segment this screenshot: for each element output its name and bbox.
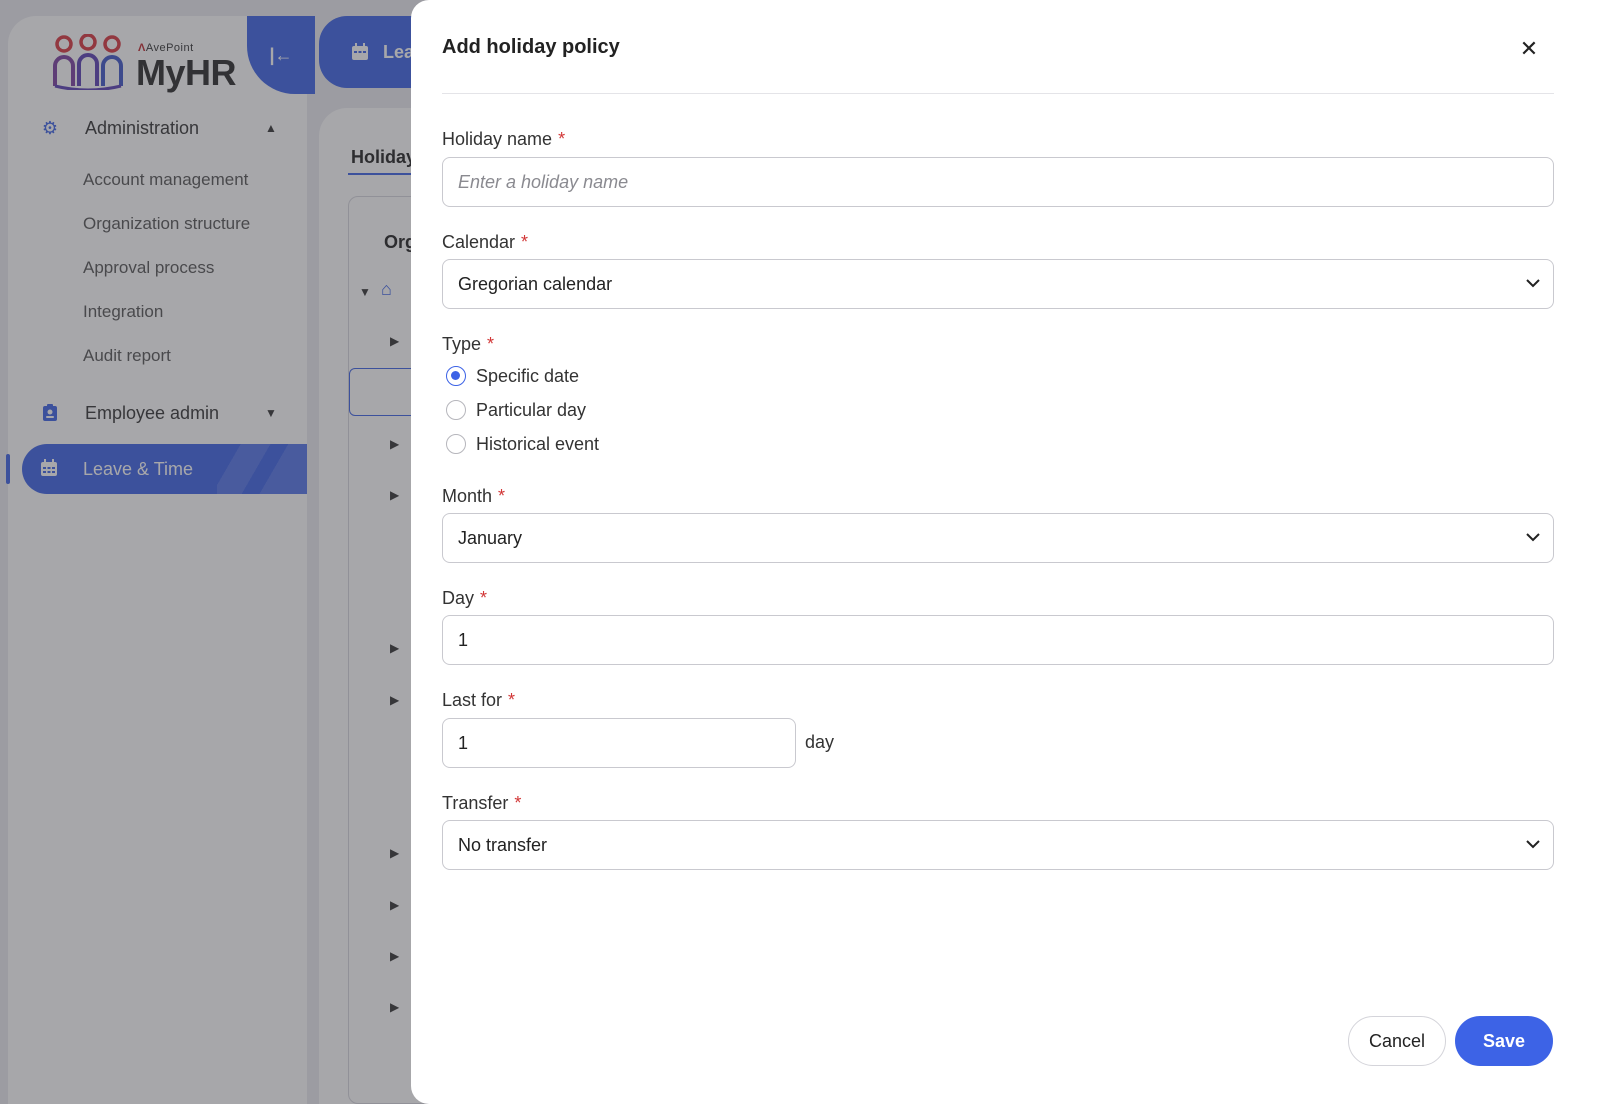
transfer-select-value: No transfer (458, 834, 548, 855)
required-marker: * (508, 690, 516, 710)
drawer-title: Add holiday policy (442, 36, 620, 58)
required-marker: * (521, 232, 529, 252)
required-marker: * (514, 793, 522, 813)
required-marker: * (558, 129, 566, 149)
holiday-name-label-text: Holiday name (442, 129, 553, 149)
transfer-label-text: Transfer (442, 793, 509, 813)
required-marker: * (487, 334, 495, 354)
holiday-name-input[interactable] (442, 157, 1554, 207)
transfer-select[interactable]: No transfer (442, 820, 1554, 870)
chevron-down-icon (1526, 840, 1540, 849)
last-for-label-text: Last for (442, 690, 503, 710)
type-option-specific-date[interactable]: Specific date (446, 362, 579, 390)
radio-button-checked[interactable] (446, 366, 466, 386)
type-label: Type * (442, 334, 494, 355)
radio-label: Specific date (476, 365, 580, 386)
cancel-button[interactable]: Cancel (1348, 1016, 1446, 1066)
close-icon: ✕ (1519, 36, 1539, 61)
close-button[interactable]: ✕ (1511, 34, 1547, 64)
add-holiday-policy-drawer: Add holiday policy ✕ Holiday name* Calen… (411, 0, 1607, 1104)
day-input[interactable] (442, 615, 1554, 665)
type-option-historical-event[interactable]: Historical event (446, 430, 599, 458)
month-select-value: January (458, 527, 523, 548)
type-label-text: Type (442, 334, 482, 354)
holiday-name-label: Holiday name * (442, 129, 565, 150)
month-label-text: Month (442, 486, 493, 506)
divider (442, 93, 1554, 94)
calendar-label: Calendar * (442, 232, 528, 253)
month-label: Month * (442, 486, 505, 507)
required-marker: * (498, 486, 506, 506)
chevron-down-icon (1526, 533, 1540, 542)
last-for-input[interactable] (442, 718, 796, 768)
month-select[interactable]: January (442, 513, 1554, 563)
last-for-label: Last for * (442, 690, 515, 711)
day-label-text: Day (442, 588, 475, 608)
day-label: Day * (442, 588, 487, 609)
radio-label: Historical event (476, 433, 600, 454)
transfer-label: Transfer * (442, 793, 521, 814)
last-for-unit: day (805, 732, 835, 752)
required-marker: * (480, 588, 488, 608)
chevron-down-icon (1526, 279, 1540, 288)
calendar-select-value: Gregorian calendar (458, 273, 613, 294)
save-button[interactable]: Save (1455, 1016, 1553, 1066)
calendar-label-text: Calendar (442, 232, 516, 252)
radio-label: Particular day (476, 399, 587, 420)
type-option-particular-day[interactable]: Particular day (446, 396, 586, 424)
calendar-select[interactable]: Gregorian calendar (442, 259, 1554, 309)
radio-button[interactable] (446, 434, 466, 454)
radio-button[interactable] (446, 400, 466, 420)
